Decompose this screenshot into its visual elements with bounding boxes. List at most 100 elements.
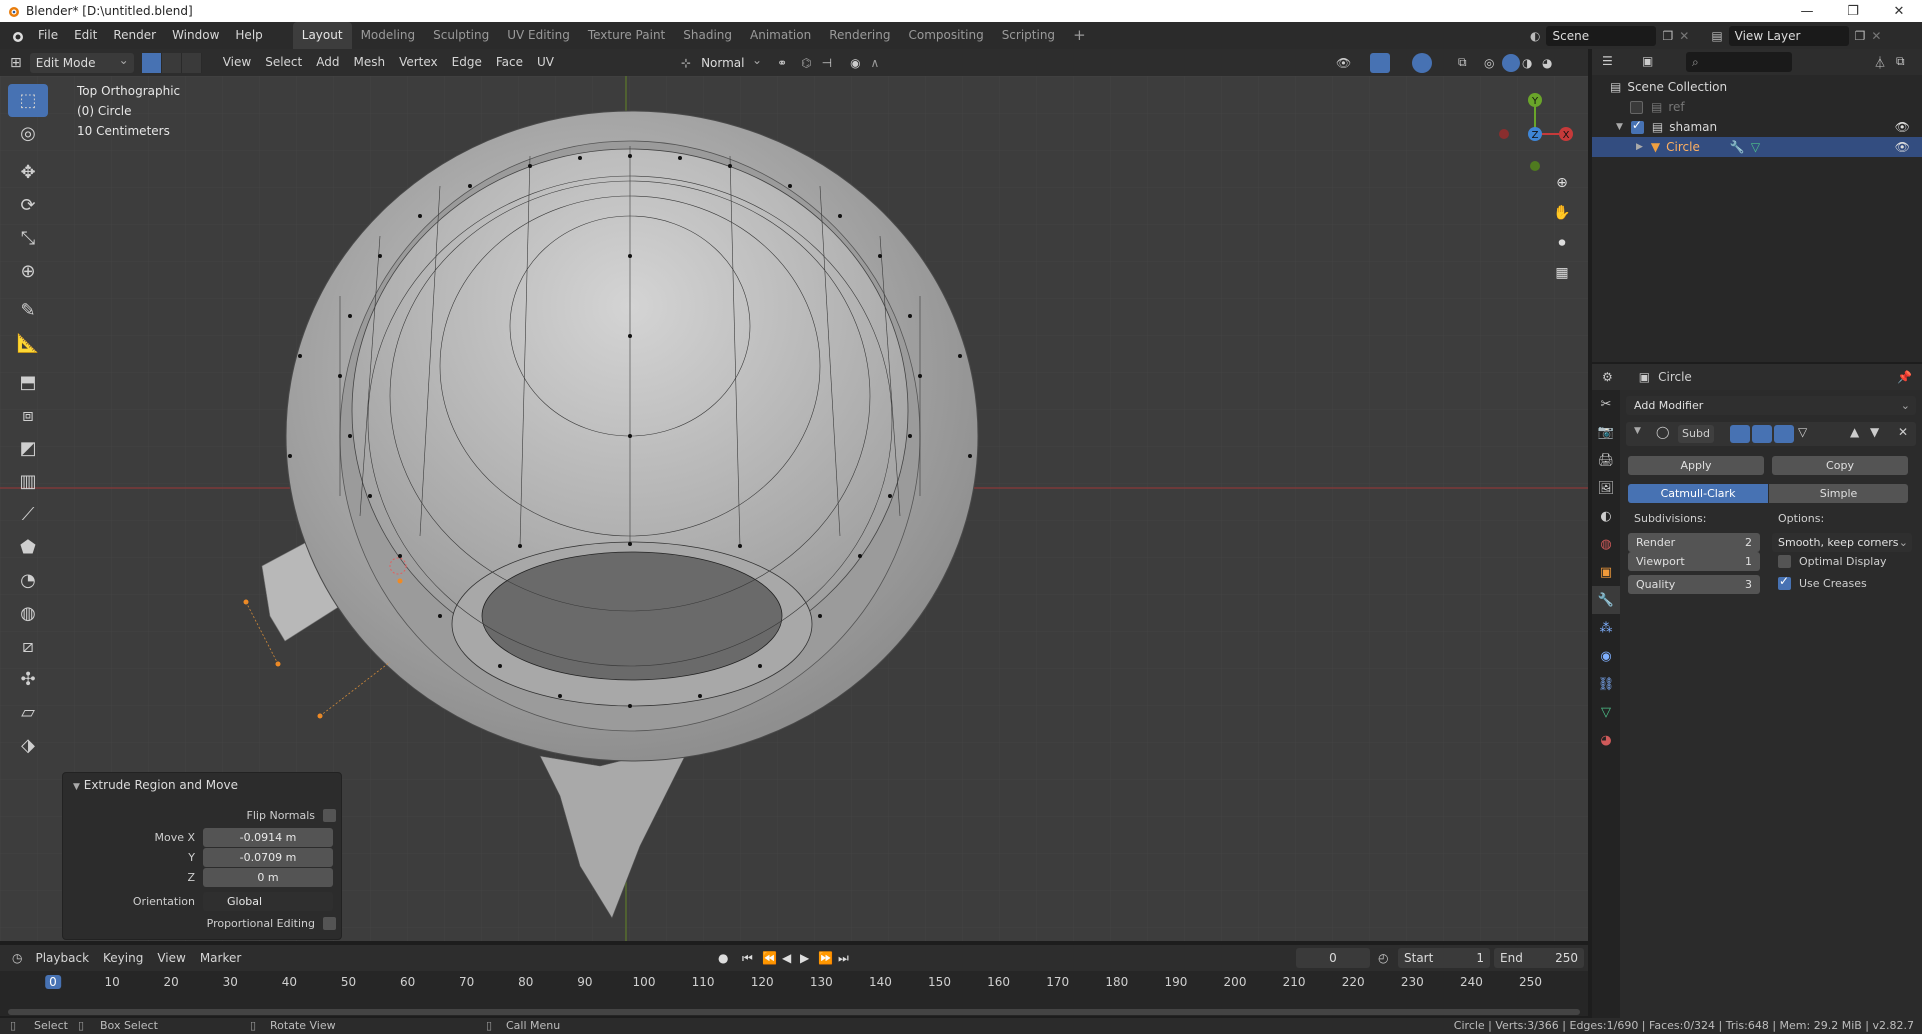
smooth-icon[interactable]: ◍ [8,597,48,630]
modifier-tab-icon[interactable]: 🔧 [1592,586,1620,614]
gizmo-toggle-icon[interactable] [1370,52,1390,73]
shear-icon[interactable]: ▱ [8,696,48,729]
tool-tab-icon[interactable]: ✂ [1592,390,1620,418]
menu-playback[interactable]: Playback [28,951,96,965]
material-shading-icon[interactable]: ◑ [1522,56,1532,70]
tab-scripting[interactable]: Scripting [993,22,1064,49]
menu-view[interactable]: View [216,49,258,76]
tab-animation[interactable]: Animation [741,22,820,49]
menu-keying[interactable]: Keying [96,951,150,965]
mode-select[interactable]: Edit Mode [29,50,134,73]
apply-button[interactable]: Apply [1628,456,1764,475]
timeline-editor-icon[interactable]: ◷ [12,951,22,965]
overlay-toggle-icon[interactable] [1412,52,1432,73]
add-modifier-dropdown[interactable]: Add Modifier ⌄ [1626,396,1916,415]
filter-icon[interactable]: ⏃ [1874,54,1886,71]
particles-tab-icon[interactable]: ⁂ [1592,614,1620,642]
cursor-icon[interactable]: ◎ [8,117,48,150]
physics-tab-icon[interactable]: ◉ [1592,642,1620,670]
spin-icon[interactable]: ◔ [8,564,48,597]
minimize-button[interactable]: — [1784,0,1830,22]
start-frame-field[interactable]: Start 1 [1398,948,1490,968]
inset-icon[interactable]: ⧈ [8,399,48,432]
move-x-field[interactable]: -0.0914 m [203,827,333,847]
exclude-checkbox-shaman[interactable] [1630,118,1644,134]
menu-select[interactable]: Select [258,49,309,76]
wireframe-shading-icon[interactable]: ◎ [1484,56,1494,70]
optimal-display-row[interactable]: Optimal Display [1778,555,1887,568]
menu-face[interactable]: Face [489,49,530,76]
knife-icon[interactable]: ⟋ [8,498,48,531]
on-cage-icon[interactable]: ▽ [1798,425,1807,439]
collapse-arrow-icon[interactable]: ▼ [73,782,80,792]
blender-menu-icon[interactable] [10,29,24,43]
eye-icon[interactable]: 👁 [1895,140,1910,154]
simple-button[interactable]: Simple [1769,484,1908,503]
scene-tab-icon[interactable]: ◐ [1592,502,1620,530]
view-layer-tab-icon[interactable]: 🖼 [1592,474,1620,502]
snap-target-icon[interactable]: ⊣ [822,56,832,70]
view-layer-field[interactable]: View Layer [1728,25,1849,46]
move-icon[interactable]: ✥ [8,156,48,189]
render-levels-field[interactable]: Render 2 [1628,533,1760,552]
pin-icon[interactable]: 📌 [1897,370,1912,384]
view-layer-close-icon[interactable]: ✕ [1871,29,1881,43]
poly-build-icon[interactable]: ⬟ [8,531,48,564]
menu-edge[interactable]: Edge [445,49,489,76]
move-y-field[interactable]: -0.0709 m [203,847,333,867]
view-layer-copy-icon[interactable]: ❐ [1855,29,1866,43]
move-down-icon[interactable]: ▼ [1870,425,1879,439]
tab-layout[interactable]: Layout [292,22,352,49]
falloff-icon[interactable]: ∧ [871,56,880,70]
object-tab-icon[interactable]: ▣ [1592,558,1620,586]
proportional-icon[interactable]: ◉ [850,56,860,70]
outliner-search-input[interactable]: ⌕ [1686,52,1792,72]
editmode-toggle-icon[interactable] [1774,425,1794,443]
transform-icon[interactable]: ⊕ [8,255,48,288]
add-workspace-button[interactable]: + [1064,22,1095,49]
editor-type-icon[interactable]: ⊞ [10,55,22,71]
tab-compositing[interactable]: Compositing [899,22,992,49]
use-creases-row[interactable]: Use Creases [1778,574,1867,590]
edge-select-icon[interactable] [161,52,182,73]
snap-icon[interactable]: ⌬ [801,56,811,70]
realtime-toggle-icon[interactable] [1752,425,1772,443]
tab-shading[interactable]: Shading [674,22,741,49]
scene-field[interactable]: Scene [1546,25,1657,46]
close-button[interactable]: ✕ [1876,0,1922,22]
face-select-icon[interactable] [181,52,202,73]
quality-field[interactable]: Quality 3 [1628,575,1760,594]
display-mode-icon[interactable]: ▣ [1642,54,1653,68]
maximize-button[interactable]: ❐ [1830,0,1876,22]
menu-edit[interactable]: Edit [66,22,105,49]
annotate-icon[interactable]: ✎ [8,294,48,327]
loop-cut-icon[interactable]: ▥ [8,465,48,498]
outliner-editor-icon[interactable]: ☰ [1602,54,1613,68]
pan-hand-icon[interactable]: ✋ [1549,200,1575,226]
tab-uv-editing[interactable]: UV Editing [498,22,579,49]
shrink-fatten-icon[interactable]: ✣ [8,663,48,696]
outliner-row-circle[interactable]: ▶ ▼ Circle 🔧 ▽ 👁 [1592,137,1922,157]
menu-timeline-view[interactable]: View [150,951,192,965]
clock-icon[interactable]: ◴ [1378,951,1388,965]
uv-smooth-dropdown[interactable]: Smooth, keep corners ⌄ [1772,533,1912,552]
prev-keyframe-icon[interactable]: ⏪ [762,951,777,965]
mesh-data-icon[interactable]: ▽ [1751,140,1760,154]
render-tab-icon[interactable]: 📷 [1592,418,1620,446]
copy-button[interactable]: Copy [1772,456,1908,475]
scale-icon[interactable]: ⤡ [8,222,48,255]
jump-start-icon[interactable]: ⏮ [742,951,753,966]
vertex-select-icon[interactable] [141,52,162,73]
menu-uv[interactable]: UV [530,49,561,76]
flip-normals-checkbox[interactable] [323,808,336,822]
eye-icon[interactable]: 👁 [1895,120,1910,134]
record-icon[interactable]: ● [718,951,728,965]
constraints-tab-icon[interactable]: ⛓ [1592,670,1620,698]
modifier-name-field[interactable]: Subd [1678,425,1714,443]
menu-add[interactable]: Add [309,49,346,76]
menu-mesh[interactable]: Mesh [346,49,392,76]
play-reverse-icon[interactable]: ◀ [782,951,791,965]
output-tab-icon[interactable]: 🖨 [1592,446,1620,474]
optimal-display-checkbox[interactable] [1778,555,1791,568]
menu-marker[interactable]: Marker [193,951,248,965]
